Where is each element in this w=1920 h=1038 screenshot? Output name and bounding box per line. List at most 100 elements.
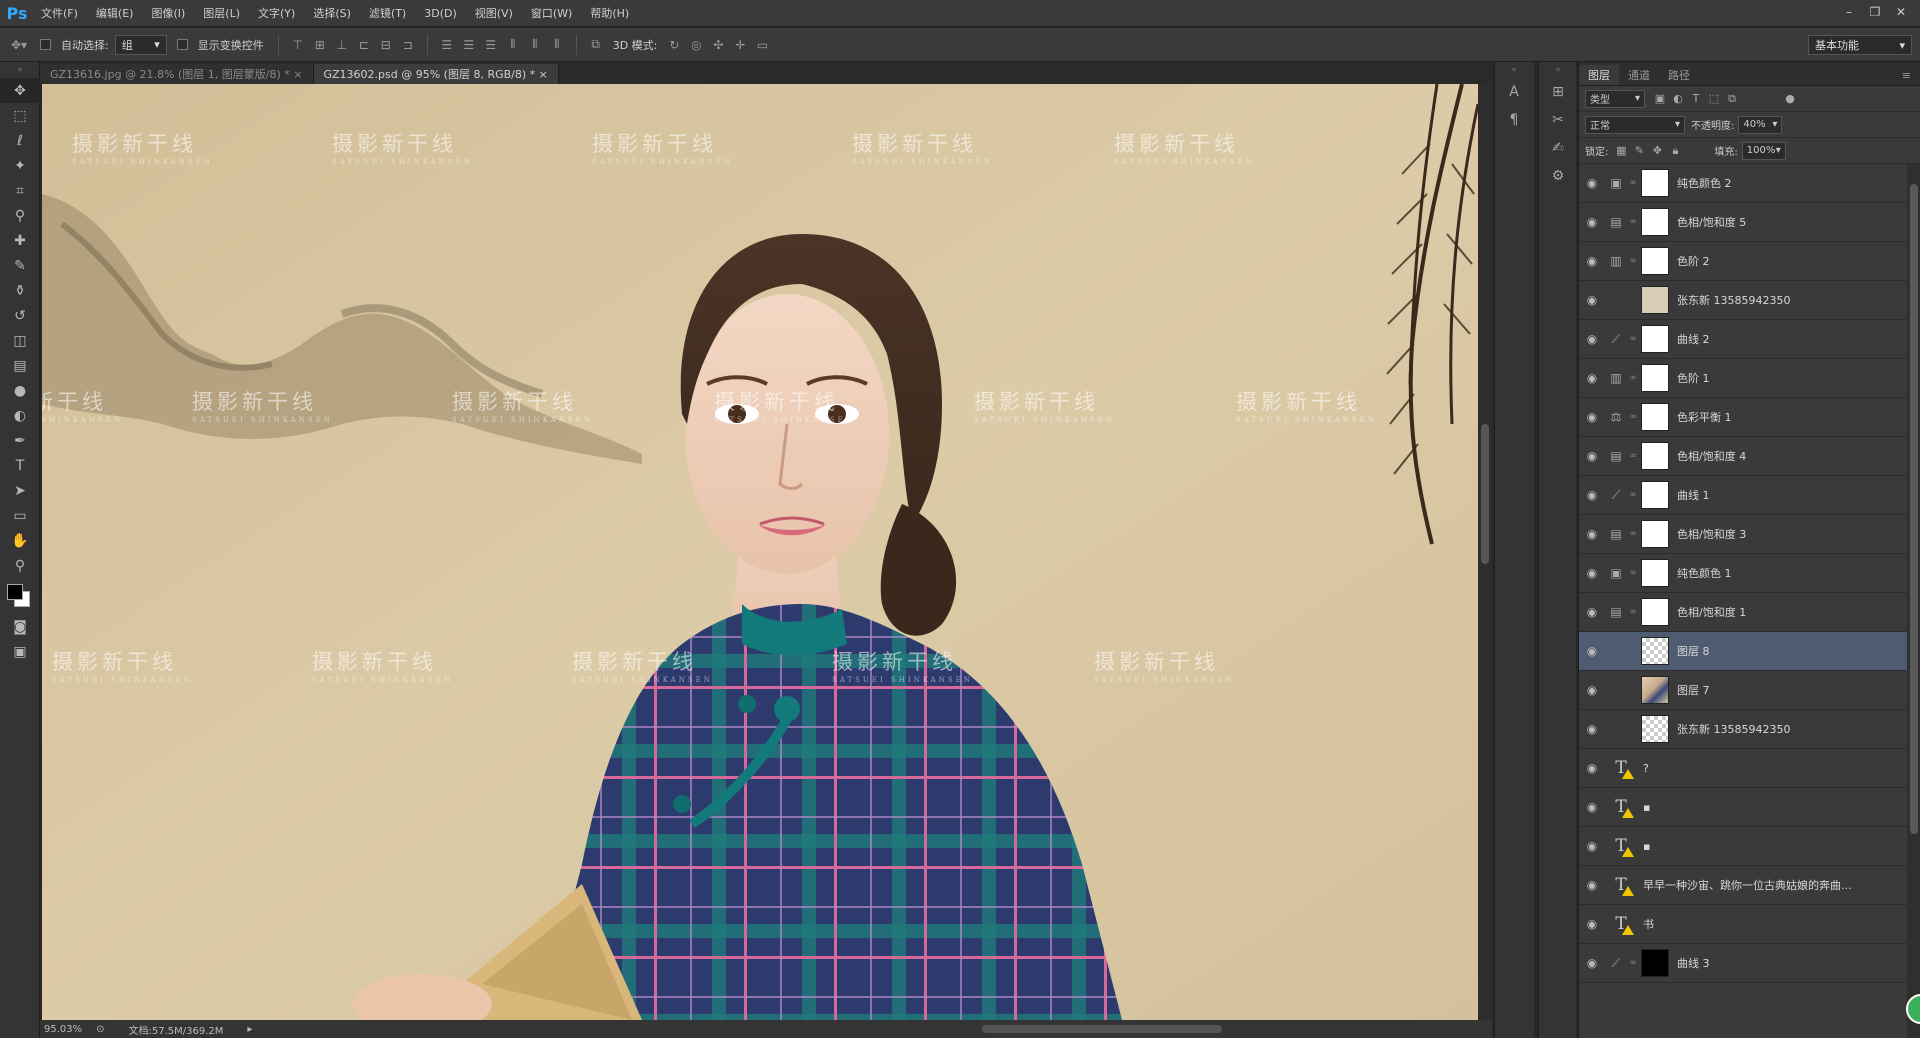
- mask-link-icon[interactable]: ∞: [1627, 451, 1639, 461]
- mask-link-icon[interactable]: ∞: [1627, 412, 1639, 422]
- visibility-eye-icon[interactable]: ◉: [1579, 800, 1605, 814]
- auto-align-icon[interactable]: ⧉: [585, 34, 607, 56]
- layer-row[interactable]: ◉ ▣ ∞ 纯色颜色 2: [1579, 164, 1907, 203]
- align-right-icon[interactable]: ⊐: [397, 34, 419, 56]
- hand-tool-icon[interactable]: ✋: [0, 528, 40, 553]
- distribute-bottom-icon[interactable]: ☰: [480, 34, 502, 56]
- mask-link-icon[interactable]: ∞: [1627, 256, 1639, 266]
- move-tool-preset-icon[interactable]: ✥▾: [8, 34, 30, 56]
- layer-kind-dropdown[interactable]: 类型 ▾: [1585, 89, 1645, 108]
- visibility-eye-icon[interactable]: ◉: [1579, 722, 1605, 736]
- paragraph-panel-icon[interactable]: ¶: [1495, 106, 1533, 134]
- mask-link-icon[interactable]: ∞: [1627, 178, 1639, 188]
- lock-all-icon[interactable]: 🔒︎: [1666, 142, 1684, 160]
- type-tool-icon[interactable]: T: [0, 453, 40, 478]
- align-hcenter-icon[interactable]: ⊟: [375, 34, 397, 56]
- menu-item[interactable]: 编辑(E): [87, 0, 143, 27]
- distribute-vcenter-icon[interactable]: ☰: [458, 34, 480, 56]
- menu-item[interactable]: 图层(L): [194, 0, 249, 27]
- layer-row[interactable]: ◉ ⟋ ∞ 曲线 1: [1579, 476, 1907, 515]
- screen-mode-icon[interactable]: ▣: [0, 639, 40, 664]
- layer-thumbnail[interactable]: [1641, 520, 1669, 548]
- brush-panel-icon[interactable]: ✍: [1539, 134, 1577, 162]
- distribute-left-icon[interactable]: ⫴: [502, 34, 524, 56]
- opacity-input[interactable]: 40% ▾: [1738, 115, 1783, 134]
- visibility-eye-icon[interactable]: ◉: [1579, 332, 1605, 346]
- menu-item[interactable]: 窗口(W): [522, 0, 581, 27]
- close-icon[interactable]: ×: [539, 68, 548, 81]
- lock-transparency-icon[interactable]: ▦: [1612, 142, 1630, 160]
- menu-item[interactable]: 滤镜(T): [360, 0, 415, 27]
- layer-thumbnail[interactable]: [1641, 676, 1669, 704]
- visibility-eye-icon[interactable]: ◉: [1579, 293, 1605, 307]
- layer-row[interactable]: ◉ T ▪: [1579, 827, 1907, 866]
- menu-item[interactable]: 帮助(H): [581, 0, 638, 27]
- filter-toggle-icon[interactable]: ●: [1781, 90, 1799, 108]
- distribute-top-icon[interactable]: ☰: [436, 34, 458, 56]
- layers-scrollbar[interactable]: [1907, 164, 1920, 1038]
- fill-input[interactable]: 100% ▾: [1741, 141, 1786, 160]
- eyedropper-tool-icon[interactable]: ⚲: [0, 203, 40, 228]
- mask-link-icon[interactable]: ∞: [1627, 373, 1639, 383]
- character-panel-icon[interactable]: A: [1495, 78, 1533, 106]
- align-top-icon[interactable]: ⊤: [287, 34, 309, 56]
- canvas-horizontal-scrollbar[interactable]: [252, 1022, 1492, 1036]
- layer-row[interactable]: ◉ ▣ ∞ 纯色颜色 1: [1579, 554, 1907, 593]
- distribute-right-icon[interactable]: ⫴: [546, 34, 568, 56]
- magic-wand-tool-icon[interactable]: ✦: [0, 153, 40, 178]
- show-transform-checkbox[interactable]: [176, 39, 188, 50]
- visibility-eye-icon[interactable]: ◉: [1579, 371, 1605, 385]
- mask-link-icon[interactable]: ∞: [1627, 529, 1639, 539]
- visibility-eye-icon[interactable]: ◉: [1579, 410, 1605, 424]
- align-bottom-icon[interactable]: ⊥: [331, 34, 353, 56]
- mask-link-icon[interactable]: ∞: [1627, 490, 1639, 500]
- visibility-eye-icon[interactable]: ◉: [1579, 254, 1605, 268]
- layer-row[interactable]: ◉ ▤ ∞ 色相/饱和度 1: [1579, 593, 1907, 632]
- crop-tool-icon[interactable]: ⌗: [0, 178, 40, 203]
- pixel-filter-icon[interactable]: ▣: [1651, 90, 1669, 108]
- workspace-dropdown[interactable]: 基本功能 ▾: [1808, 35, 1912, 55]
- zoom-level[interactable]: 95.03%: [44, 1024, 82, 1035]
- menu-item[interactable]: 图像(I): [142, 0, 194, 27]
- layer-thumbnail[interactable]: [1641, 598, 1669, 626]
- clone-stamp-tool-icon[interactable]: ⚱: [0, 278, 40, 303]
- layer-row[interactable]: ◉ 张东新 13585942350: [1579, 281, 1907, 320]
- share-icon[interactable]: ⊙: [96, 1024, 104, 1035]
- layer-thumbnail[interactable]: [1641, 715, 1669, 743]
- visibility-eye-icon[interactable]: ◉: [1579, 878, 1605, 892]
- layer-row[interactable]: ◉ T ▪: [1579, 788, 1907, 827]
- visibility-eye-icon[interactable]: ◉: [1579, 761, 1605, 775]
- layer-thumbnail[interactable]: [1641, 403, 1669, 431]
- 3d-roll-icon[interactable]: ◎: [685, 34, 707, 56]
- visibility-eye-icon[interactable]: ◉: [1579, 566, 1605, 580]
- scroll-thumb[interactable]: [982, 1025, 1223, 1033]
- visibility-eye-icon[interactable]: ◉: [1579, 215, 1605, 229]
- mask-link-icon[interactable]: ∞: [1627, 958, 1639, 968]
- layer-row[interactable]: ◉ T 早早一种沙宙、跳你一位古典姑娘的奔曲...: [1579, 866, 1907, 905]
- menu-item[interactable]: 文件(F): [32, 0, 87, 27]
- collapse-icon[interactable]: «: [1495, 62, 1533, 78]
- menu-item[interactable]: 文字(Y): [249, 0, 304, 27]
- blend-mode-dropdown[interactable]: 正常 ▾: [1585, 115, 1685, 134]
- visibility-eye-icon[interactable]: ◉: [1579, 176, 1605, 190]
- layer-row[interactable]: ◉ ⚖ ∞ 色彩平衡 1: [1579, 398, 1907, 437]
- panel-menu-icon[interactable]: ≡: [1893, 65, 1920, 85]
- layer-thumbnail[interactable]: [1641, 364, 1669, 392]
- eraser-tool-icon[interactable]: ◫: [0, 328, 40, 353]
- menu-item[interactable]: 视图(V): [466, 0, 522, 27]
- layer-row[interactable]: ◉ 张东新 13585942350: [1579, 710, 1907, 749]
- visibility-eye-icon[interactable]: ◉: [1579, 839, 1605, 853]
- 3d-slide-icon[interactable]: ✛: [729, 34, 751, 56]
- lock-image-icon[interactable]: ✎: [1630, 142, 1648, 160]
- layer-thumbnail[interactable]: [1641, 325, 1669, 353]
- mask-link-icon[interactable]: ∞: [1627, 334, 1639, 344]
- collapse-icon[interactable]: »: [0, 62, 40, 78]
- scroll-thumb[interactable]: [1910, 184, 1918, 834]
- visibility-eye-icon[interactable]: ◉: [1579, 527, 1605, 541]
- blur-tool-icon[interactable]: ●: [0, 378, 40, 403]
- history-brush-tool-icon[interactable]: ↺: [0, 303, 40, 328]
- history-panel-icon[interactable]: ⊞: [1539, 78, 1577, 106]
- pen-tool-icon[interactable]: ✒: [0, 428, 40, 453]
- tab-gz13602[interactable]: GZ13602.psd @ 95% (图层 8, RGB/8) * ×: [313, 64, 559, 84]
- layer-thumbnail[interactable]: [1641, 442, 1669, 470]
